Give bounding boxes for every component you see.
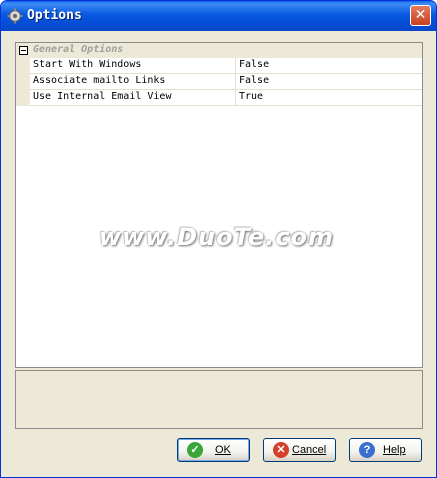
grid-gutter [16, 58, 30, 106]
column-divider[interactable] [235, 58, 236, 74]
category-label: General Options [33, 44, 124, 55]
column-divider[interactable] [235, 90, 236, 106]
property-row-internal-email-view[interactable]: Use Internal Email View True [30, 90, 422, 106]
title-bar[interactable]: Options ✕ [1, 1, 436, 31]
property-value[interactable]: True [239, 91, 263, 102]
options-dialog: Options ✕ General Options Start With Win… [0, 0, 437, 478]
cancel-icon: ✕ [273, 442, 289, 458]
help-icon: ? [359, 442, 375, 458]
property-name: Start With Windows [33, 59, 142, 70]
help-button[interactable]: ? Help [349, 438, 422, 462]
description-panel [15, 370, 423, 429]
property-row-start-with-windows[interactable]: Start With Windows False [30, 58, 422, 74]
cancel-label: Cancel [292, 444, 327, 456]
check-icon: ✓ [187, 442, 203, 458]
close-button[interactable]: ✕ [410, 5, 431, 26]
collapse-icon[interactable] [19, 46, 28, 55]
category-header[interactable]: General Options [16, 43, 422, 58]
property-grid[interactable]: General Options Start With Windows False… [15, 42, 423, 368]
window-title: Options [27, 8, 82, 23]
watermark-text: www.DuoTe.com [99, 223, 334, 251]
column-divider[interactable] [235, 74, 236, 90]
property-name: Associate mailto Links [33, 75, 166, 86]
property-row-associate-mailto[interactable]: Associate mailto Links False [30, 74, 422, 90]
property-value[interactable]: False [239, 75, 269, 86]
close-icon: ✕ [414, 7, 427, 23]
property-name: Use Internal Email View [33, 91, 172, 102]
property-value[interactable]: False [239, 59, 269, 70]
gear-icon [7, 8, 23, 24]
ok-button[interactable]: ✓ OK [177, 438, 250, 462]
ok-label: OK [215, 444, 231, 456]
cancel-button[interactable]: ✕ Cancel [263, 438, 336, 462]
help-label: Help [383, 444, 406, 456]
